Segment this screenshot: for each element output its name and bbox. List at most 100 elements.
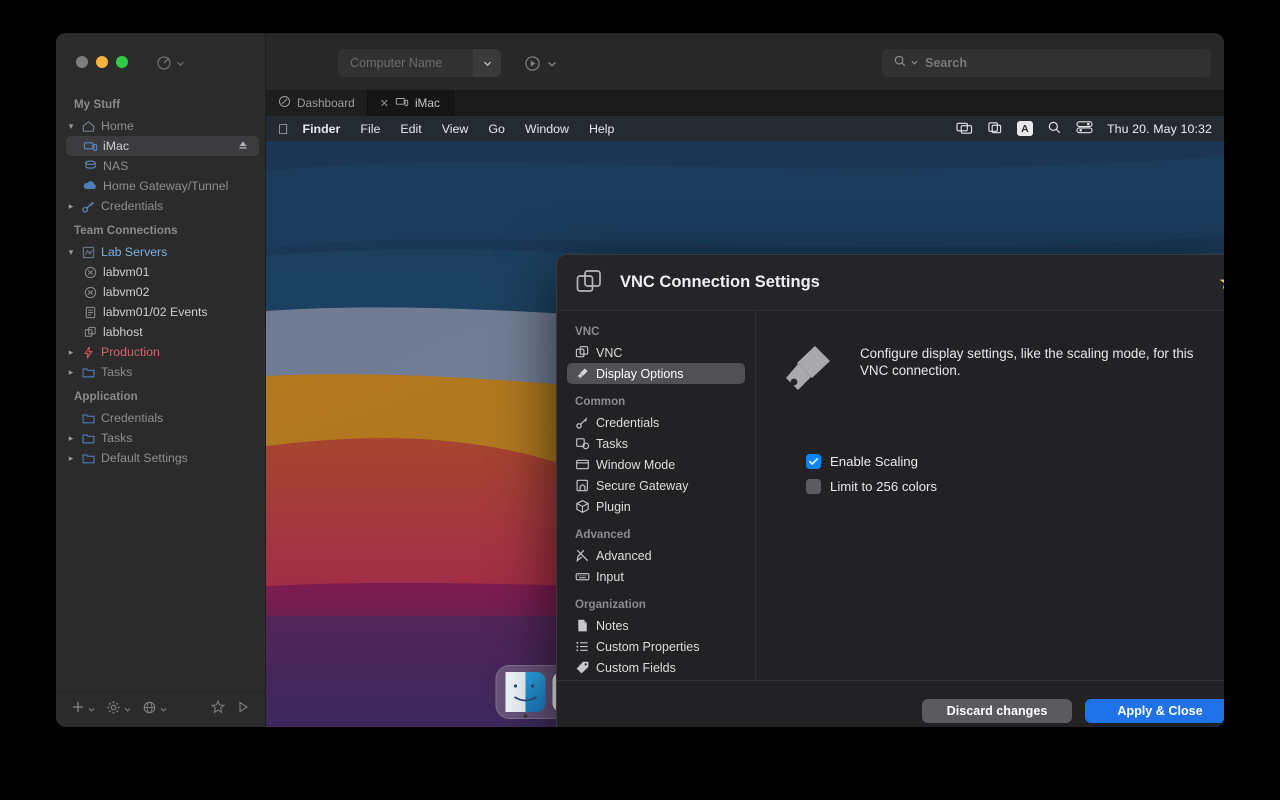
settings-menu-button[interactable] bbox=[103, 698, 135, 722]
quick-connect-group[interactable] bbox=[524, 55, 558, 77]
tab-imac[interactable]: ✕ iMac bbox=[368, 90, 453, 116]
dialog-settings-nav[interactable]: VNC VNC Display Options bbox=[557, 311, 756, 680]
sidebar-target-menu[interactable] bbox=[156, 55, 186, 71]
nav-item-tasks[interactable]: Tasks bbox=[567, 433, 745, 454]
spotlight-icon[interactable] bbox=[1047, 120, 1062, 138]
eject-icon[interactable] bbox=[237, 139, 249, 154]
nav-item-label: Notes bbox=[596, 619, 629, 633]
macos-menubar:  Finder File Edit View Go Window Help A bbox=[266, 116, 1224, 141]
sidebar-item-home[interactable]: ▾ Home bbox=[56, 116, 265, 136]
chevron-down-icon[interactable]: ▾ bbox=[64, 247, 78, 258]
close-window-button[interactable] bbox=[76, 56, 88, 68]
remote-desktop-viewport[interactable]:  Finder File Edit View Go Window Help A bbox=[266, 116, 1224, 727]
sidebar-item-app-credentials[interactable]: Credentials bbox=[56, 408, 265, 428]
chevron-down-icon[interactable] bbox=[546, 57, 558, 75]
sidebar-item-credentials[interactable]: ▸ Credentials bbox=[56, 196, 265, 216]
sidebar-item-labvm02[interactable]: labvm02 bbox=[56, 282, 265, 302]
windows-stack-icon bbox=[575, 268, 605, 298]
sidebar-item-default-settings[interactable]: ▸ Default Settings bbox=[56, 448, 265, 468]
sidebar-tree[interactable]: My Stuff ▾ Home iMac bbox=[56, 88, 265, 687]
apply-and-close-button[interactable]: Apply & Close bbox=[1085, 699, 1224, 723]
sidebar-footer-toolbar bbox=[56, 691, 265, 727]
enable-scaling-row[interactable]: Enable Scaling bbox=[806, 454, 1224, 469]
dock-item-finder[interactable] bbox=[506, 672, 546, 712]
sidebar-item-labvm01[interactable]: labvm01 bbox=[56, 262, 265, 282]
nav-item-advanced[interactable]: Advanced bbox=[567, 545, 745, 566]
nav-item-label: Credentials bbox=[596, 416, 659, 430]
globe-menu-button[interactable] bbox=[139, 698, 171, 722]
toggles-icon[interactable] bbox=[1076, 120, 1093, 137]
menu-file[interactable]: File bbox=[350, 122, 390, 136]
menu-help[interactable]: Help bbox=[579, 122, 624, 136]
nav-item-label: Plugin bbox=[596, 500, 631, 514]
nav-item-window-mode[interactable]: Window Mode bbox=[567, 454, 745, 475]
apple-logo-icon[interactable]:  bbox=[278, 122, 303, 136]
menu-finder[interactable]: Finder bbox=[303, 122, 351, 136]
paint-brush-icon bbox=[782, 339, 838, 399]
play-circle-icon[interactable] bbox=[524, 55, 541, 77]
nav-item-custom-fields[interactable]: Custom Fields bbox=[567, 657, 745, 678]
sidebar-item-lab-servers[interactable]: ▾ Lab Servers bbox=[56, 242, 265, 262]
star-icon[interactable]: ★ bbox=[1218, 272, 1224, 293]
enable-scaling-checkbox[interactable] bbox=[806, 454, 821, 469]
menu-go[interactable]: Go bbox=[478, 122, 515, 136]
chevron-down-icon bbox=[175, 58, 186, 69]
sidebar-item-imac[interactable]: iMac bbox=[66, 136, 259, 156]
add-connection-button[interactable] bbox=[68, 698, 99, 721]
sidebar-item-label: Default Settings bbox=[98, 451, 188, 465]
input-source-icon[interactable]: A bbox=[1017, 121, 1033, 136]
sidebar-item-label: Credentials bbox=[98, 199, 163, 213]
sidebar-item-label: labhost bbox=[100, 325, 143, 339]
sidebar-item-label: Home bbox=[98, 119, 134, 133]
menu-edit[interactable]: Edit bbox=[390, 122, 431, 136]
limit-to-256-colors-checkbox[interactable] bbox=[806, 479, 821, 494]
search-placeholder: Search bbox=[922, 56, 967, 70]
sidebar-item-labvm-events[interactable]: labvm01/02 Events bbox=[56, 302, 265, 322]
nav-item-secure-gateway[interactable]: Secure Gateway bbox=[567, 475, 745, 496]
nav-item-label: VNC bbox=[596, 346, 622, 360]
sidebar-item-production[interactable]: ▸ Production bbox=[56, 342, 265, 362]
nav-item-vnc[interactable]: VNC bbox=[567, 342, 745, 363]
chevron-right-icon[interactable]: ▸ bbox=[64, 367, 78, 378]
sidebar-item-label: Lab Servers bbox=[98, 245, 167, 259]
close-icon[interactable]: ✕ bbox=[380, 97, 389, 110]
computer-name-dropdown-button[interactable] bbox=[473, 49, 501, 77]
chevron-right-icon[interactable]: ▸ bbox=[64, 347, 78, 358]
sidebar-item-home-gateway-tunnel[interactable]: Home Gateway/Tunnel bbox=[56, 176, 265, 196]
screen-mirroring-icon[interactable] bbox=[956, 120, 973, 138]
chevron-right-icon[interactable]: ▸ bbox=[64, 433, 78, 444]
menubar-clock[interactable]: Thu 20. May 10:32 bbox=[1107, 122, 1212, 136]
minimize-window-button[interactable] bbox=[96, 56, 108, 68]
sidebar-item-app-tasks[interactable]: ▸ Tasks bbox=[56, 428, 265, 448]
tab-dashboard[interactable]: Dashboard bbox=[266, 90, 368, 116]
chevron-right-icon[interactable]: ▸ bbox=[64, 201, 78, 212]
chevron-down-icon[interactable] bbox=[910, 54, 919, 72]
computer-name-input[interactable]: Computer Name bbox=[338, 49, 501, 77]
chevron-down-icon[interactable]: ▾ bbox=[64, 121, 78, 132]
run-button[interactable] bbox=[233, 698, 253, 721]
sidebar-item-label: Production bbox=[98, 345, 160, 359]
sidebar-item-nas[interactable]: NAS bbox=[56, 156, 265, 176]
maximize-window-button[interactable] bbox=[116, 56, 128, 68]
target-icon bbox=[156, 55, 172, 71]
sidebar-item-tasks-team[interactable]: ▸ Tasks bbox=[56, 362, 265, 382]
nav-item-input[interactable]: Input bbox=[567, 566, 745, 587]
sidebar-item-label: Credentials bbox=[98, 411, 163, 425]
nav-item-custom-properties[interactable]: Custom Properties bbox=[567, 636, 745, 657]
nav-item-display-options[interactable]: Display Options bbox=[567, 363, 745, 384]
nav-item-plugin[interactable]: Plugin bbox=[567, 496, 745, 517]
control-center-icon[interactable] bbox=[987, 120, 1003, 138]
nav-item-credentials[interactable]: Credentials bbox=[567, 412, 745, 433]
nav-item-label: Custom Properties bbox=[596, 640, 700, 654]
sidebar-item-labhost[interactable]: labhost bbox=[56, 322, 265, 342]
nav-item-notes[interactable]: Notes bbox=[567, 615, 745, 636]
description-text: Configure display settings, like the sca… bbox=[860, 339, 1220, 380]
limit-colors-row[interactable]: Limit to 256 colors bbox=[806, 479, 1224, 494]
search-input[interactable]: Search bbox=[882, 49, 1211, 77]
menu-view[interactable]: View bbox=[432, 122, 479, 136]
chevron-right-icon[interactable]: ▸ bbox=[64, 453, 78, 464]
chart-icon bbox=[78, 245, 98, 260]
discard-changes-button[interactable]: Discard changes bbox=[922, 699, 1072, 723]
favorite-star-button[interactable] bbox=[207, 697, 229, 722]
menu-window[interactable]: Window bbox=[515, 122, 579, 136]
